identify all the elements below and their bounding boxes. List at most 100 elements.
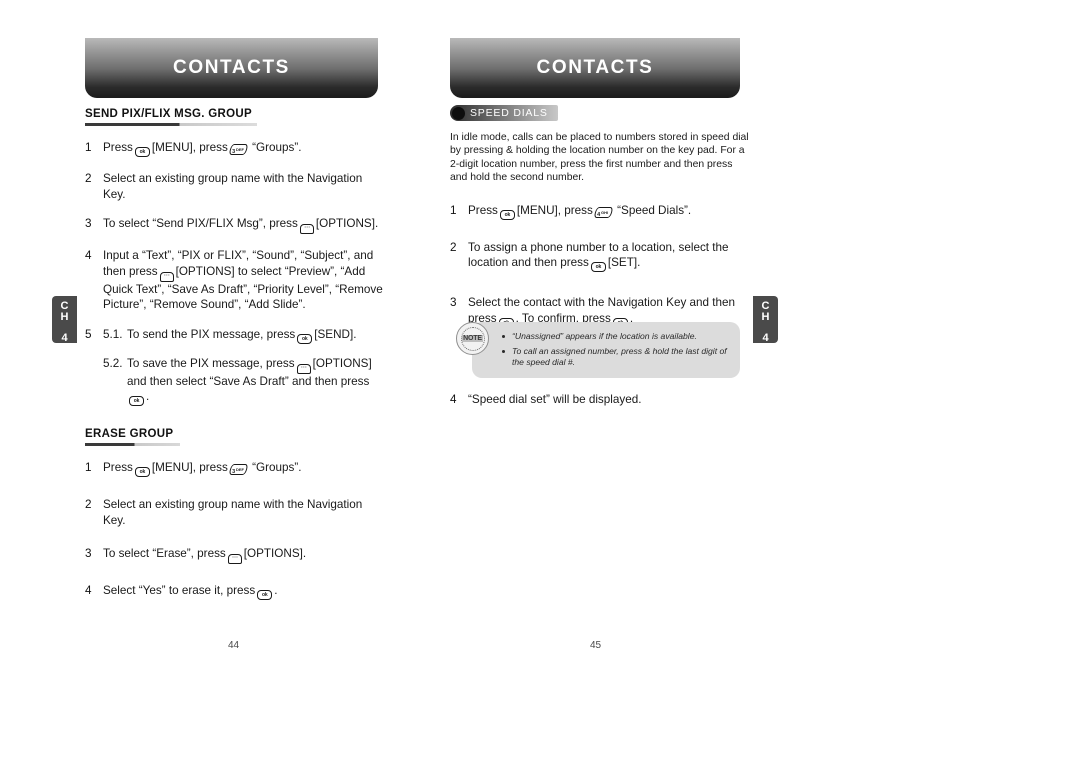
step-substeps: 5.1. To send the PIX message, press ok [SE… bbox=[103, 327, 385, 406]
list-item: 5 5.1. To send the PIX message, press ok[… bbox=[85, 327, 385, 406]
note-box: “Unassigned” appears if the location is … bbox=[472, 322, 740, 378]
list-item: 1 Press ok [MENU], press 3DEF “Groups”. bbox=[85, 460, 385, 477]
substep-text-c: . bbox=[146, 390, 150, 403]
section-erase-group: ERASE GROUP 1 Press ok [MENU], press 3DEF “… bbox=[85, 428, 385, 600]
step-number: 3 bbox=[85, 547, 92, 560]
section-heading: ERASE GROUP bbox=[85, 428, 174, 440]
step-text-b: [OPTIONS]. bbox=[315, 217, 379, 230]
list-item: 1 Press ok [MENU], press 4GHI “Speed Dials”… bbox=[450, 203, 750, 220]
substep-text-b: [SEND]. bbox=[314, 327, 357, 341]
step-text: To select “Erase”, press ⋯ [OPTIONS]. bbox=[103, 546, 385, 564]
speed-dials-badge: SPEED DIALS bbox=[450, 105, 558, 121]
substep-label: 5.1. bbox=[103, 327, 123, 341]
list-item: 1 Press ok [MENU], press 3DEF “Groups”. bbox=[85, 140, 385, 157]
left-page-content: SEND PIX/FLIX MSG. GROUP 1 Press ok [MENU]… bbox=[85, 108, 385, 614]
step-text: Input a “Text”, “PIX or FLIX”, “Sound”, … bbox=[103, 248, 385, 313]
number-key-letters: GHI bbox=[601, 209, 609, 215]
step-text-b: [MENU], press bbox=[151, 141, 228, 154]
number-key-4-icon: 4GHI bbox=[593, 206, 614, 218]
substep-text: To send the PIX message, press ok [SEND]. bbox=[127, 327, 356, 344]
step-number: 2 bbox=[85, 172, 92, 185]
ok-key-icon: ok bbox=[257, 590, 273, 600]
chapter-tab-number: 4 bbox=[762, 332, 769, 344]
step-text: Select “Yes” to erase it, press ok. bbox=[103, 583, 385, 600]
list-item: To call an assigned number, press & hold… bbox=[500, 346, 730, 369]
step-number: 4 bbox=[450, 393, 457, 406]
list-item: 4 Select “Yes” to erase it, press ok. bbox=[85, 583, 385, 600]
left-page-title: CONTACTS bbox=[173, 57, 290, 78]
right-page-final-step: 4 “Speed dial set” will be displayed. bbox=[450, 392, 750, 408]
step-number: 1 bbox=[450, 203, 457, 217]
step-text-a: Select “Yes” to erase it, press bbox=[103, 584, 256, 597]
step-text-c: “Groups”. bbox=[252, 141, 302, 154]
bullet-dot-icon bbox=[452, 106, 465, 120]
step-text-a: To select “Send PIX/FLIX Msg”, press bbox=[103, 217, 298, 230]
step-text-b: . bbox=[274, 584, 278, 597]
right-page-number: 45 bbox=[590, 640, 602, 651]
step-text-b: [SET]. bbox=[607, 256, 641, 270]
step-number: 3 bbox=[85, 217, 92, 230]
section-rule bbox=[85, 123, 257, 126]
step-text-c: “Groups”. bbox=[252, 461, 302, 474]
ok-key-icon: ok bbox=[297, 333, 313, 344]
step-text: Press ok [MENU], press 3DEF “Groups”. bbox=[103, 140, 385, 157]
list-item: 2 Select an existing group name with the… bbox=[85, 497, 385, 528]
number-key-letters: DEF bbox=[235, 467, 244, 472]
number-key-digit: 3 bbox=[231, 469, 236, 475]
chapter-tab-number: 4 bbox=[61, 332, 68, 344]
options-key-icon: ⋯ bbox=[227, 554, 242, 564]
list-item: 4 Input a “Text”, “PIX or FLIX”, “Sound”… bbox=[85, 248, 385, 313]
step-text: Press ok [MENU], press 4GHI “Speed Dials”. bbox=[468, 203, 750, 220]
left-page-number: 44 bbox=[228, 640, 240, 651]
list-item: 2 Select an existing group name with the… bbox=[85, 171, 385, 202]
number-key-3-icon: 3DEF bbox=[228, 144, 249, 155]
note-stamp-ring: NOTE bbox=[460, 326, 485, 351]
step-number: 1 bbox=[85, 141, 92, 154]
note-callout: NOTE “Unassigned” appears if the locatio… bbox=[450, 322, 740, 378]
left-chapter-tab: C H 4 bbox=[52, 296, 77, 344]
step-number: 4 bbox=[85, 584, 92, 597]
step-number: 5 bbox=[85, 327, 92, 341]
right-chapter-tab: C H 4 bbox=[753, 296, 778, 344]
section-heading: SEND PIX/FLIX MSG. GROUP bbox=[85, 108, 252, 120]
number-key-3-icon: 3DEF bbox=[228, 464, 249, 475]
step-list: 1 Press ok [MENU], press 3DEF “Groups”. 2 S… bbox=[85, 460, 385, 600]
note-stamp-label: NOTE bbox=[462, 335, 483, 342]
options-key-icon: ⋯ bbox=[296, 363, 311, 374]
substep-text-a: To save the PIX message, press bbox=[127, 356, 295, 370]
step-number: 2 bbox=[85, 498, 92, 511]
step-text-a: To select “Erase”, press bbox=[103, 547, 226, 560]
list-item: 3 To select “Send PIX/FLIX Msg”, press ⋯[… bbox=[85, 216, 385, 234]
number-key-letters: DEF bbox=[235, 147, 244, 152]
step-number: 4 bbox=[85, 249, 92, 262]
list-item: “Unassigned” appears if the location is … bbox=[500, 331, 730, 343]
chapter-tab-line2: H bbox=[761, 311, 770, 323]
step-number: 1 bbox=[85, 461, 92, 474]
step-text-a: Press bbox=[468, 203, 498, 217]
list-item: 3 To select “Erase”, press ⋯ [OPTIONS]. bbox=[85, 546, 385, 564]
options-key-icon: ⋯ bbox=[299, 224, 314, 234]
step-text-a: Press bbox=[103, 461, 133, 474]
status-badge: SPEED DIALS bbox=[470, 107, 548, 119]
note-list: “Unassigned” appears if the location is … bbox=[500, 331, 730, 369]
right-page-content: SPEED DIALS In idle mode, calls can be p… bbox=[450, 105, 750, 342]
ok-key-icon: ok bbox=[590, 262, 606, 273]
step-text-b: [MENU], press bbox=[516, 203, 593, 217]
left-page-banner: CONTACTS bbox=[85, 38, 378, 98]
step-list: 1 Press ok [MENU], press 3DEF “Groups”. 2 S… bbox=[85, 140, 385, 406]
step-text: “Speed dial set” will be displayed. bbox=[468, 393, 642, 406]
number-key-digit: 3 bbox=[231, 149, 236, 155]
intro-paragraph: In idle mode, calls can be placed to num… bbox=[450, 132, 749, 184]
substep-label: 5.2. bbox=[103, 356, 123, 370]
ok-key-icon: ok bbox=[499, 209, 515, 220]
chapter-tab-line2: H bbox=[60, 311, 69, 323]
step-text-c: “Speed Dials”. bbox=[617, 203, 692, 217]
note-stamp-icon: NOTE bbox=[456, 322, 489, 355]
list-item: 4 “Speed dial set” will be displayed. bbox=[450, 392, 750, 408]
ok-key-icon: ok bbox=[134, 147, 150, 157]
ok-key-icon: ok bbox=[134, 467, 150, 477]
step-text-b: [MENU], press bbox=[151, 461, 228, 474]
ok-key-icon: ok bbox=[129, 396, 144, 406]
step-text: To assign a phone number to a location, … bbox=[468, 240, 750, 273]
substep-text: To save the PIX message, press ⋯ [OPTIONS]… bbox=[127, 356, 385, 406]
